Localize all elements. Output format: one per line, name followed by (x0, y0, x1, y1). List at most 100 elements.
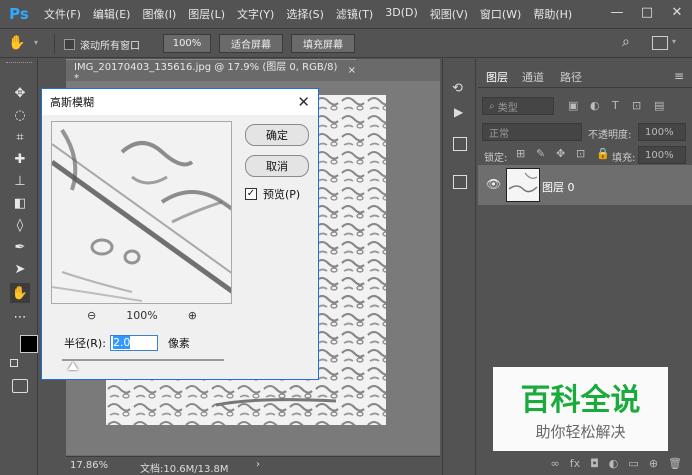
blur-preview[interactable] (51, 121, 232, 304)
tab-layers[interactable]: 图层 (486, 69, 508, 85)
lasso-tool-icon[interactable]: ◌ (10, 105, 30, 125)
zoom-level: 100% (126, 309, 158, 322)
clone-stamp-icon[interactable]: ⊥ (10, 171, 30, 191)
blend-mode-select[interactable]: 正常 (482, 123, 582, 141)
status-zoom[interactable]: 17.86% (70, 460, 108, 471)
menu-edit[interactable]: 编辑(E) (87, 6, 137, 22)
checkbox-box[interactable] (64, 39, 75, 50)
filter-pixel-icon[interactable]: ▣ (568, 99, 578, 112)
properties-panel-icon[interactable] (453, 137, 467, 151)
menu-window[interactable]: 窗口(W) (474, 6, 527, 22)
foreground-color-swatch[interactable] (20, 335, 38, 353)
fill-label: 填充: (612, 153, 636, 164)
hand-tool-icon[interactable]: ✋ (10, 283, 30, 303)
move-tool-icon[interactable]: ✥ (10, 83, 30, 103)
lock-all-icon[interactable]: 🔒 (596, 147, 610, 160)
radius-input[interactable]: 2.0 (109, 335, 158, 351)
preview-label: 预览(P) (263, 188, 301, 201)
menu-view[interactable]: 视图(V) (424, 6, 474, 22)
chevron-down-icon[interactable]: ▾ (34, 38, 38, 47)
fill-input[interactable]: 100% (638, 146, 686, 164)
mask-icon[interactable]: ◘ (590, 457, 599, 470)
menu-bar: Ps 文件(F) 编辑(E) 图像(I) 图层(L) 文字(Y) 选择(S) 滤… (0, 0, 692, 27)
radius-slider-thumb[interactable] (68, 362, 79, 370)
menu-layer[interactable]: 图层(L) (182, 6, 231, 22)
opacity-input[interactable]: 100% (638, 123, 686, 141)
menu-filter[interactable]: 滤镜(T) (330, 6, 379, 22)
fit-screen-button[interactable]: 适合屏幕 (219, 34, 283, 53)
kind-label: 类型 (497, 102, 518, 114)
minimize-button[interactable]: — (602, 0, 632, 24)
check-icon[interactable]: ✓ (245, 188, 257, 200)
filter-type-icon[interactable]: T (612, 99, 619, 112)
filter-shape-icon[interactable]: ⊡ (632, 99, 641, 112)
ok-button[interactable]: 确定 (245, 124, 309, 146)
new-layer-icon[interactable]: ⊕ (649, 457, 658, 470)
panel-menu-icon[interactable]: ≡ (674, 69, 684, 83)
divider (54, 34, 55, 54)
document-tab[interactable]: IMG_20170403_135616.jpg @ 17.9% (图层 0, R… (66, 59, 356, 84)
quick-mask-icon[interactable] (12, 379, 28, 393)
lock-artboard-icon[interactable]: ⊡ (576, 147, 585, 160)
workspace-icon[interactable] (652, 36, 668, 50)
trash-icon[interactable]: 🗑 (668, 457, 682, 470)
panel-dock: ⟲ ▶ (442, 59, 476, 475)
cancel-button[interactable]: 取消 (245, 155, 309, 177)
zoom-in-icon[interactable]: ⊕ (188, 309, 197, 322)
radius-slider-track[interactable] (62, 359, 224, 361)
healing-brush-icon[interactable]: ✚ (10, 149, 30, 169)
menu-file[interactable]: 文件(F) (38, 6, 87, 22)
history-panel-icon[interactable]: ⟲ (452, 81, 463, 96)
menu-3d[interactable]: 3D(D) (379, 6, 424, 22)
more-tools-icon[interactable]: ⋯ (10, 307, 30, 327)
eraser-tool-icon[interactable]: ◧ (10, 193, 30, 213)
close-window-button[interactable]: ✕ (662, 0, 692, 24)
opacity-label: 不透明度: (588, 130, 632, 141)
fx-icon[interactable]: fx (570, 457, 580, 470)
adjustment-icon[interactable]: ◐ (609, 457, 619, 470)
menu-help[interactable]: 帮助(H) (527, 6, 578, 22)
fill-screen-button[interactable]: 填充屏幕 (291, 34, 355, 53)
lock-transparency-icon[interactable]: ⊞ (516, 147, 525, 160)
tab-channels[interactable]: 通道 (522, 69, 544, 85)
hand-tool-preset-icon[interactable]: ✋ (8, 35, 28, 53)
layer-kind-filter[interactable]: ⌕ 类型 (482, 97, 554, 115)
window-controls: — □ ✕ (602, 0, 692, 24)
maximize-button[interactable]: □ (632, 0, 662, 24)
adjustments-panel-icon[interactable] (453, 175, 467, 189)
layer-name[interactable]: 图层 0 (542, 179, 575, 195)
lock-pixels-icon[interactable]: ✎ (536, 147, 545, 160)
workspace-chevron-icon[interactable]: ▾ (672, 37, 676, 46)
default-colors-icon[interactable] (10, 359, 18, 367)
document-tab-close-icon[interactable]: × (348, 65, 356, 76)
scroll-all-windows-checkbox[interactable]: 滚动所有窗口 (64, 37, 140, 52)
photoshop-logo: Ps (9, 4, 29, 23)
tab-paths[interactable]: 路径 (560, 69, 582, 85)
document-tab-title: IMG_20170403_135616.jpg @ 17.9% (图层 0, R… (74, 61, 338, 84)
menu-select[interactable]: 选择(S) (280, 6, 330, 22)
zoom-100-button[interactable]: 100% (163, 34, 211, 53)
pen-tool-icon[interactable]: ✒ (10, 237, 30, 257)
visibility-eye-icon[interactable]: 👁 (486, 177, 501, 191)
blur-tool-icon[interactable]: ◊ (10, 215, 30, 235)
search-icon[interactable]: ⌕ (622, 34, 630, 50)
menu-type[interactable]: 文字(Y) (231, 6, 280, 22)
status-menu-arrow-icon[interactable]: › (256, 459, 260, 470)
dialog-title-bar[interactable]: 高斯模糊 ✕ (42, 89, 318, 115)
preview-checkbox[interactable]: ✓ 预览(P) (245, 186, 300, 202)
layer-thumbnail[interactable] (506, 168, 540, 202)
filter-smart-object-icon[interactable]: ▤ (654, 99, 664, 112)
path-select-icon[interactable]: ➤ (10, 259, 30, 279)
close-icon[interactable]: ✕ (297, 93, 310, 111)
lock-position-icon[interactable]: ✥ (556, 147, 565, 160)
crop-tool-icon[interactable]: ⌗ (10, 127, 30, 147)
zoom-out-icon[interactable]: ⊖ (87, 309, 96, 322)
menu-image[interactable]: 图像(I) (136, 6, 182, 22)
link-icon[interactable]: ∞ (551, 457, 560, 470)
folder-icon[interactable]: ▭ (628, 457, 638, 470)
scroll-all-label: 滚动所有窗口 (80, 41, 140, 52)
filter-adjustment-icon[interactable]: ◐ (590, 99, 600, 112)
tools-panel: ✥ ◌ ⌗ ✚ ⊥ ◧ ◊ ✒ ➤ ✋ ⋯ (0, 59, 38, 475)
layer-row[interactable]: 👁 图层 0 (478, 165, 692, 205)
actions-play-icon[interactable]: ▶ (454, 105, 463, 119)
